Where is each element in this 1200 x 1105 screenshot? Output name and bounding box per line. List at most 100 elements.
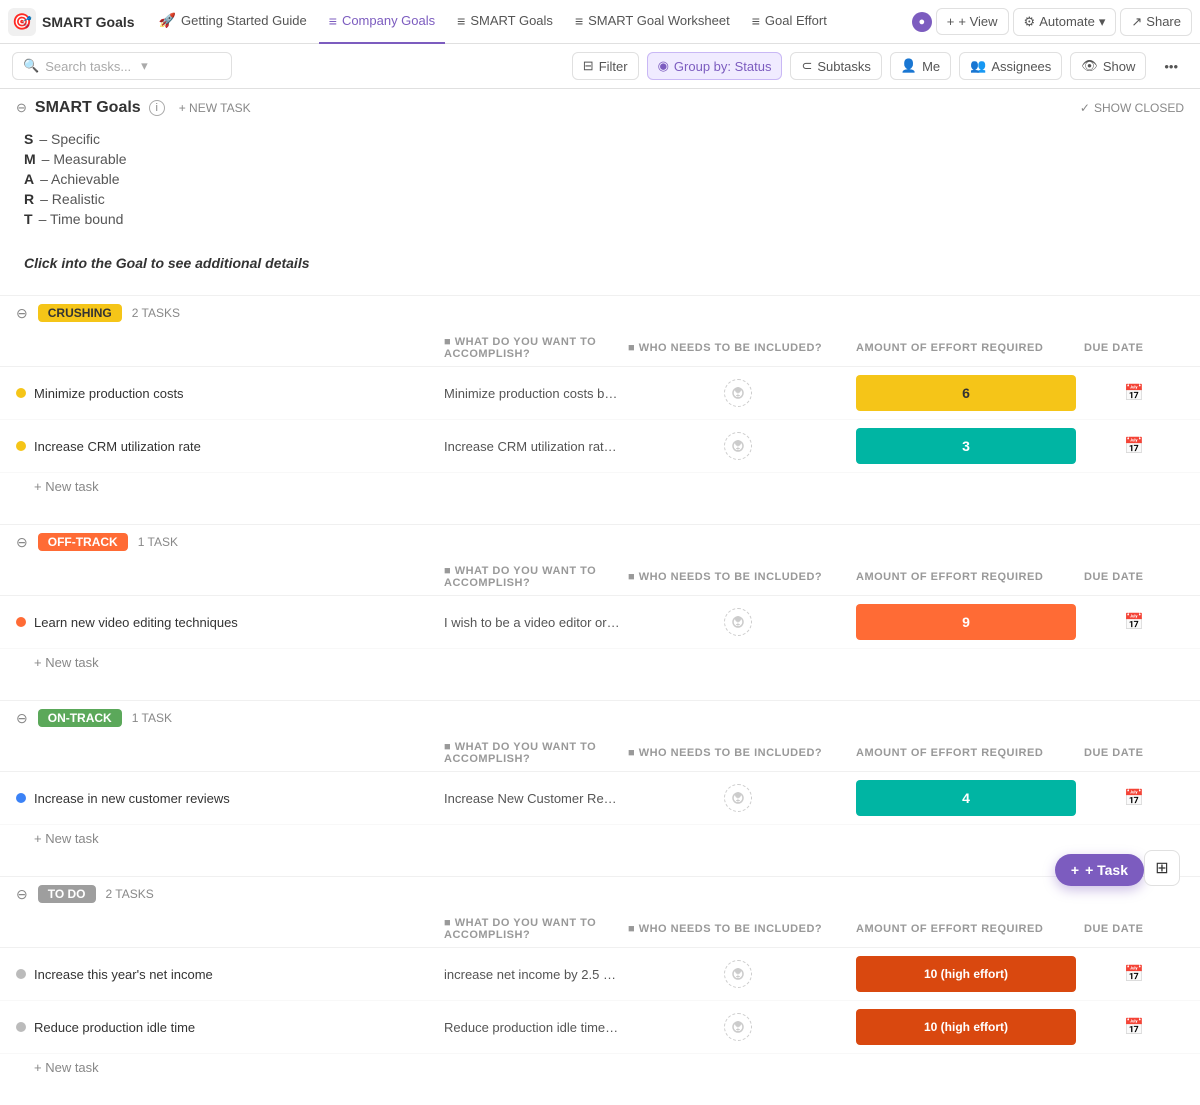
table-row[interactable]: Reduce production idle time Reduce produ… (0, 1001, 1200, 1054)
col-due: DUE DATE (1084, 741, 1184, 765)
eye-icon: 👁 (1081, 58, 1098, 74)
add-assignee-button[interactable]: + (724, 960, 752, 988)
task-accomplish-video: I wish to be a video editor or a project… (444, 615, 620, 630)
effort-bar: 10 (high effort) (856, 1009, 1076, 1045)
section-collapse-icon[interactable]: ⊖ (16, 100, 27, 116)
assignees-button[interactable]: 👥 Assignees (959, 52, 1062, 80)
table-row[interactable]: Learn new video editing techniques I wis… (0, 596, 1200, 649)
add-task-todo[interactable]: + New task (0, 1054, 1200, 1085)
col-included: ■ WHO NEEDS TO BE INCLUDED? (628, 565, 848, 589)
add-task-offtrack[interactable]: + New task (0, 649, 1200, 680)
group-header-offtrack: ⊖ OFF-TRACK 1 TASK (0, 524, 1200, 559)
calendar-icon: 📅 (1124, 383, 1144, 403)
table-row[interactable]: Minimize production costs Minimize produ… (0, 367, 1200, 420)
svg-text:+: + (736, 620, 741, 629)
smart-item-s: S – Specific (24, 131, 1176, 147)
calendar-icon: 📅 (1124, 1017, 1144, 1037)
add-task-crushing[interactable]: + New task (0, 473, 1200, 504)
task-count-todo: 2 TASKS (106, 887, 154, 901)
task-count-crushing: 2 TASKS (132, 306, 180, 320)
col-headers-offtrack: ■ WHAT DO YOU WANT TO ACCOMPLISH? ■ WHO … (0, 559, 1200, 596)
tab-goal-effort[interactable]: ≡ Goal Effort (742, 0, 837, 44)
search-input[interactable]: Search tasks... (45, 59, 131, 74)
section-title: SMART Goals (35, 99, 141, 117)
task-due-minimize[interactable]: 📅 (1084, 383, 1184, 403)
smart-goal-worksheet-icon: ≡ (575, 13, 583, 29)
tab-smart-goal-worksheet[interactable]: ≡ SMART Goal Worksheet (565, 0, 740, 44)
view-button[interactable]: + + View (936, 8, 1009, 35)
task-who-net-income: + (628, 960, 848, 988)
group-off-track: ⊖ OFF-TRACK 1 TASK ■ WHAT DO YOU WANT TO… (0, 524, 1200, 680)
add-task-ontrack[interactable]: + New task (0, 825, 1200, 856)
table-row[interactable]: Increase this year's net income increase… (0, 948, 1200, 1001)
table-row[interactable]: Increase in new customer reviews Increas… (0, 772, 1200, 825)
group-header-crushing: ⊖ CRUSHING 2 TASKS (0, 295, 1200, 330)
new-task-button[interactable]: + NEW TASK (173, 99, 257, 117)
show-button[interactable]: 👁 Show (1070, 52, 1146, 80)
task-effort-video: 9 (856, 604, 1076, 640)
task-dot (16, 793, 26, 803)
task-due-video[interactable]: 📅 (1084, 612, 1184, 632)
col-effort: AMOUNT OF EFFORT REQUIRED (856, 565, 1076, 589)
task-due-reviews[interactable]: 📅 (1084, 788, 1184, 808)
group-by-button[interactable]: ◉ Group by: Status (647, 52, 783, 80)
add-assignee-button[interactable]: + (724, 379, 752, 407)
filter-button[interactable]: ⊟ Filter (572, 52, 639, 80)
task-dot (16, 617, 26, 627)
add-assignee-button[interactable]: + (724, 784, 752, 812)
col-accomplish: ■ WHAT DO YOU WANT TO ACCOMPLISH? (444, 336, 620, 360)
share-icon: ↗ (1131, 14, 1142, 30)
tab-company-goals[interactable]: ≡ Company Goals (319, 0, 445, 44)
task-effort-minimize: 6 (856, 375, 1076, 411)
automate-button[interactable]: ⚙ Automate ▾ (1013, 8, 1117, 36)
task-due-idle-time[interactable]: 📅 (1084, 1017, 1184, 1037)
task-name-minimize-production: Minimize production costs (16, 386, 436, 401)
grid-view-button[interactable]: ⊞ (1144, 850, 1180, 886)
chevron-down-icon: ▾ (1099, 14, 1106, 30)
svg-text:+: + (736, 1025, 741, 1034)
add-assignee-button[interactable]: + (724, 608, 752, 636)
notification-icon[interactable]: ● (912, 12, 932, 32)
add-assignee-button[interactable]: + (724, 432, 752, 460)
tab-getting-started[interactable]: 🚀 Getting Started Guide (149, 0, 317, 44)
table-row[interactable]: Increase CRM utilization rate Increase C… (0, 420, 1200, 473)
col-accomplish: ■ WHAT DO YOU WANT TO ACCOMPLISH? (444, 917, 620, 941)
task-effort-reviews: 4 (856, 780, 1076, 816)
smart-item-r: R – Realistic (24, 191, 1176, 207)
group-toggle-ontrack[interactable]: ⊖ (16, 710, 28, 727)
group-toggle-offtrack[interactable]: ⊖ (16, 534, 28, 551)
ellipsis-icon: ••• (1164, 59, 1178, 74)
task-effort-idle-time: 10 (high effort) (856, 1009, 1076, 1045)
task-due-crm[interactable]: 📅 (1084, 436, 1184, 456)
tab-smart-goals[interactable]: ≡ SMART Goals (447, 0, 563, 44)
task-who-crm: + (628, 432, 848, 460)
effort-bar: 6 (856, 375, 1076, 411)
group-toggle-crushing[interactable]: ⊖ (16, 305, 28, 322)
task-name-crm: Increase CRM utilization rate (16, 439, 436, 454)
subtasks-button[interactable]: ⊂ Subtasks (790, 52, 881, 80)
task-due-net-income[interactable]: 📅 (1084, 964, 1184, 984)
search-box[interactable]: 🔍 Search tasks... ▾ (12, 52, 232, 80)
me-button[interactable]: 👤 Me (890, 52, 951, 80)
show-closed-button[interactable]: ✓ SHOW CLOSED (1080, 101, 1184, 115)
status-badge-todo: TO DO (38, 885, 96, 903)
assignees-icon: 👥 (970, 58, 986, 74)
getting-started-icon: 🚀 (159, 12, 176, 29)
top-navigation: 🎯 SMART Goals 🚀 Getting Started Guide ≡ … (0, 0, 1200, 44)
info-icon[interactable]: i (149, 100, 165, 116)
col-effort: AMOUNT OF EFFORT REQUIRED (856, 917, 1076, 941)
task-count-offtrack: 1 TASK (138, 535, 178, 549)
add-task-fab[interactable]: + + Task (1055, 854, 1144, 886)
check-icon: ✓ (1080, 101, 1090, 115)
more-options-button[interactable]: ••• (1154, 54, 1188, 79)
subtasks-icon: ⊂ (801, 58, 812, 74)
share-button[interactable]: ↗ Share (1120, 8, 1192, 36)
group-toggle-todo[interactable]: ⊖ (16, 886, 28, 903)
click-hint: Click into the Goal to see additional de… (0, 247, 1200, 295)
add-assignee-button[interactable]: + (724, 1013, 752, 1041)
content-area: ⊖ SMART Goals i + NEW TASK ✓ SHOW CLOSED… (0, 89, 1200, 1085)
search-dropdown-icon[interactable]: ▾ (141, 58, 148, 74)
status-badge-ontrack: ON-TRACK (38, 709, 122, 727)
col-included: ■ WHO NEEDS TO BE INCLUDED? (628, 917, 848, 941)
task-count-ontrack: 1 TASK (132, 711, 172, 725)
